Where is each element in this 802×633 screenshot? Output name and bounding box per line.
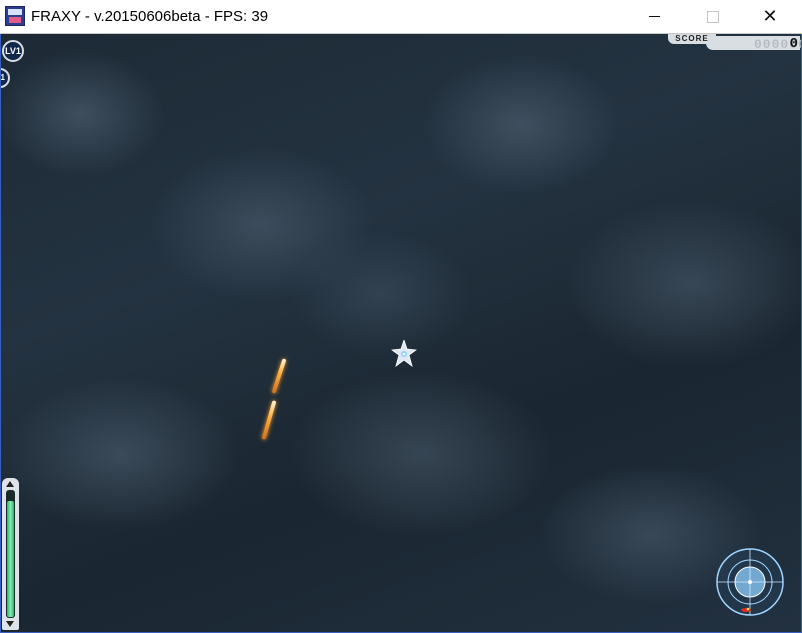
energy-fill — [7, 501, 14, 617]
score-label: SCORE — [668, 34, 716, 44]
radar-icon — [716, 548, 784, 616]
projectile — [271, 358, 287, 394]
window-title: FRAXY - v.20150606beta - FPS: 39 — [31, 8, 269, 25]
maximize-button[interactable] — [689, 0, 735, 33]
score-value: 0 — [789, 36, 798, 52]
close-icon: ✕ — [762, 6, 778, 26]
energy-up-arrow-icon — [6, 481, 14, 487]
fraxy-app-icon — [5, 6, 25, 26]
projectile — [261, 400, 277, 440]
close-button[interactable]: ✕ — [747, 0, 793, 33]
energy-gauge — [2, 478, 19, 630]
minimize-button[interactable] — [632, 0, 678, 33]
title-bar[interactable]: FRAXY - v.20150606beta - FPS: 39 ✕ — [0, 0, 802, 34]
score-panel: 0000000 0 SCORE — [668, 34, 802, 52]
score-box: 0000000 0 — [706, 36, 802, 52]
energy-down-arrow-icon — [6, 621, 14, 627]
level-badge: LV1 — [2, 40, 24, 62]
energy-track — [6, 490, 15, 618]
player-ship — [391, 340, 417, 368]
game-viewport[interactable] — [1, 34, 801, 632]
game-window: FRAXY - v.20150606beta - FPS: 39 ✕ 00000… — [0, 0, 802, 633]
